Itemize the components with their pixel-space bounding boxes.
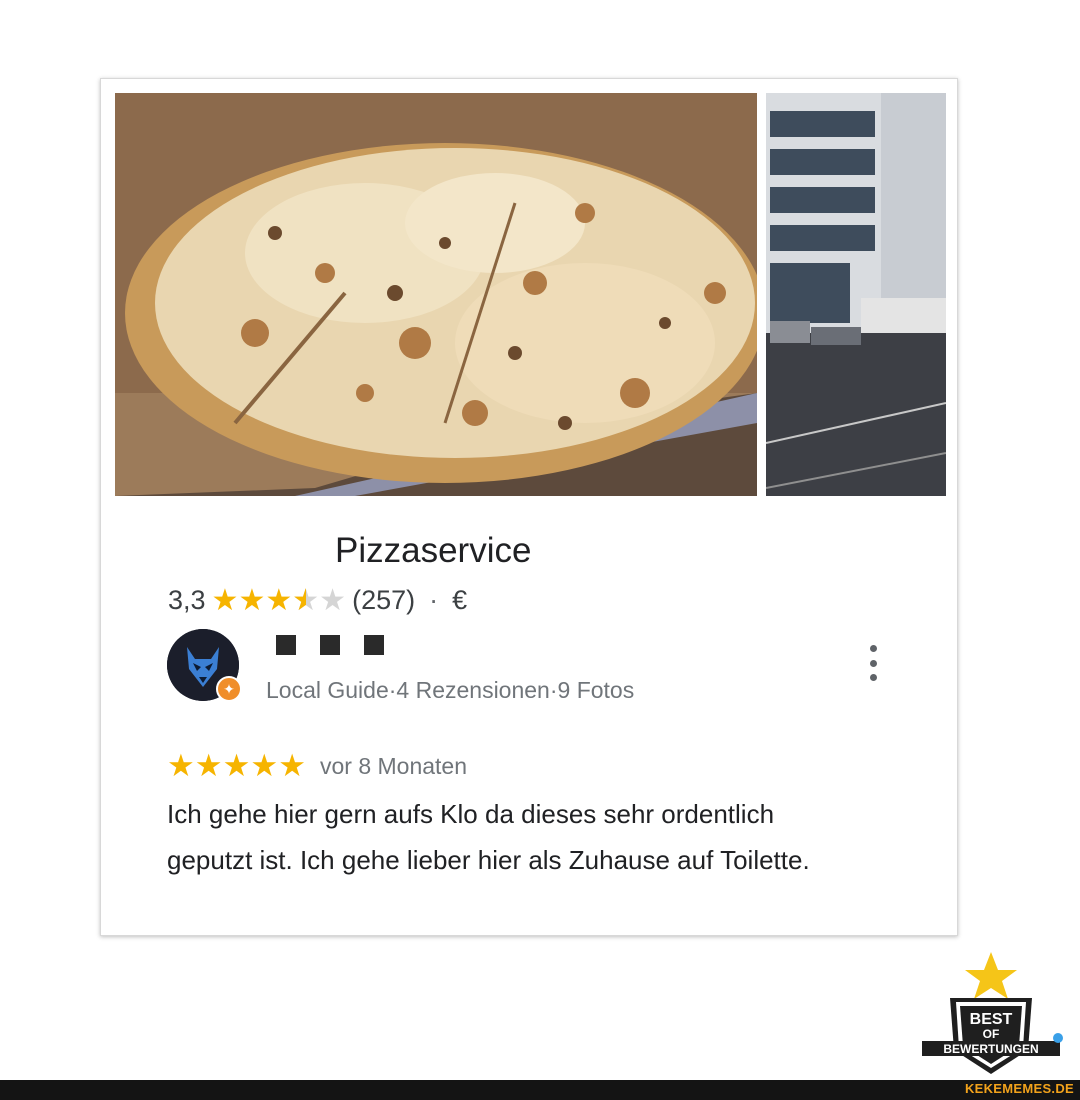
star-icon: ★ [167,748,195,783]
reviewer-meta[interactable]: Local Guide·4 Rezensionen·9 Fotos [266,677,634,704]
avatar[interactable]: ✦ [167,629,242,702]
svg-text:BEWERTUNGEN: BEWERTUNGEN [943,1042,1038,1056]
review-card: Pizzaservice 3,3 ★ ★ ★ ★ ★ (257) · € ✦ L… [100,78,958,936]
rating-value: 3,3 [168,585,206,615]
rating-stars: ★ ★ ★ ★ ★ [211,583,347,617]
star-icon: ★ [222,748,251,783]
star-icon: ★ [250,748,279,783]
business-name[interactable]: Pizzaservice [335,531,531,571]
star-icon: ★ [238,583,266,617]
reviewer-name-redacted [276,635,384,655]
watermark-site: KEKEMEMES.DE [964,1081,1074,1096]
review-time: vor 8 Monaten [319,752,468,779]
review-text: Ich gehe hier gern aufs Klo da dieses se… [167,799,810,875]
review-rating: ★ ★ ★ ★ ★ vor 8 Monaten [167,748,468,783]
star-icon: ★ [194,748,223,783]
best-of-bewertungen-logo: BEST OF BEWERTUNGEN [916,950,1066,1078]
svg-text:BEST: BEST [970,1011,1013,1028]
empty-star-icon: ★ [319,583,347,617]
street-photo[interactable] [766,93,946,496]
business-rating-row: 3,3 ★ ★ ★ ★ ★ (257) · € [168,585,467,616]
star-icon: ★ [278,748,306,783]
more-vert-icon[interactable] [867,645,879,681]
footer-bar [0,1080,1080,1100]
pizza-photo[interactable] [115,93,757,496]
star-icon: ★ [211,583,239,617]
svg-text:OF: OF [983,1027,1000,1041]
local-guide-badge-icon: ✦ [216,676,242,702]
half-star-icon: ★ [292,585,319,616]
star-icon: ★ [265,583,293,617]
separator: · [429,585,439,615]
price-level: € [452,585,468,615]
review-count[interactable]: (257) [352,585,415,616]
